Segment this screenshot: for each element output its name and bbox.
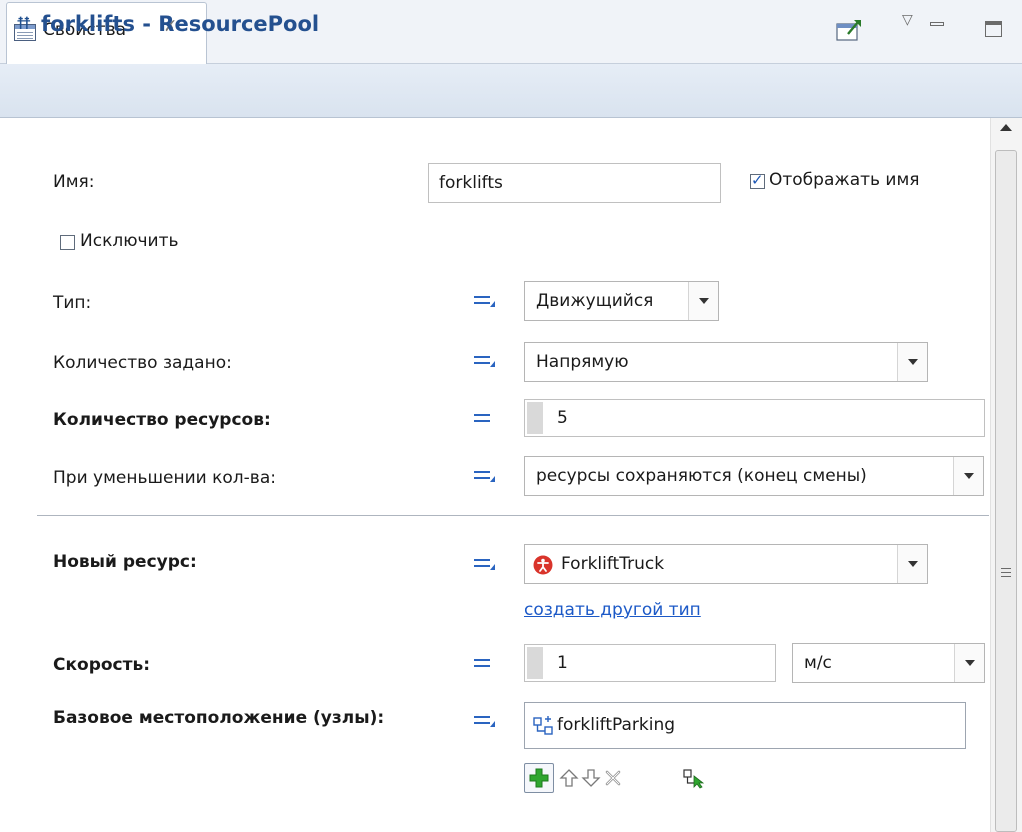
resource-count-value: 5 xyxy=(557,408,568,428)
type-label: Тип: xyxy=(53,293,92,313)
speed-input[interactable]: 1 xyxy=(524,644,776,682)
on-decrease-label: При уменьшении кол-ва: xyxy=(53,468,276,488)
move-up-icon[interactable] xyxy=(558,767,580,789)
dynamic-value-icon[interactable] xyxy=(474,712,496,730)
quantity-defined-dropdown[interactable]: Напрямую xyxy=(524,342,928,382)
exclude-checkbox[interactable] xyxy=(60,235,75,250)
chevron-down-icon[interactable] xyxy=(897,343,927,381)
move-down-icon[interactable] xyxy=(580,767,602,789)
name-label: Имя: xyxy=(53,172,95,192)
speed-label: Скорость: xyxy=(53,655,151,675)
home-location-label: Базовое местоположение (узлы): xyxy=(53,708,385,728)
scrollbar-grip-icon xyxy=(1001,568,1011,580)
quantity-defined-label: Количество задано: xyxy=(53,353,232,373)
create-another-type-link[interactable]: создать другой тип xyxy=(524,600,701,620)
scroll-up-arrow-icon[interactable] xyxy=(1000,124,1012,131)
static-value-icon[interactable] xyxy=(474,410,496,428)
chevron-down-icon[interactable] xyxy=(688,282,718,320)
resource-count-label: Количество ресурсов: xyxy=(53,410,271,430)
remove-item-icon[interactable] xyxy=(602,767,624,789)
on-decrease-dropdown[interactable]: ресурсы сохраняются (конец смены) xyxy=(524,456,984,496)
scrollbar-thumb[interactable] xyxy=(995,150,1017,832)
speed-unit-value: м/с xyxy=(804,653,832,673)
plus-icon xyxy=(529,768,549,788)
maximize-icon[interactable] xyxy=(985,21,1002,37)
speed-unit-dropdown[interactable]: м/с xyxy=(792,643,985,683)
add-item-button[interactable] xyxy=(524,763,554,793)
chevron-down-icon[interactable] xyxy=(953,457,983,495)
chevron-down-icon[interactable] xyxy=(954,644,984,682)
dynamic-value-icon[interactable] xyxy=(474,467,496,485)
resource-pool-icon: ☨☨ xyxy=(16,14,31,34)
resource-count-input[interactable]: 5 xyxy=(524,399,985,437)
chevron-down-icon[interactable] xyxy=(897,545,927,583)
quantity-defined-value: Напрямую xyxy=(536,352,629,372)
page-title: forklifts - ResourcePool xyxy=(41,12,320,36)
section-divider xyxy=(37,515,989,516)
agent-error-icon xyxy=(533,555,553,575)
select-nodes-icon[interactable] xyxy=(682,767,704,789)
network-node-icon xyxy=(533,716,553,735)
on-decrease-value: ресурсы сохраняются (конец смены) xyxy=(536,466,867,486)
dynamic-value-icon[interactable] xyxy=(474,292,496,310)
new-resource-label: Новый ресурс: xyxy=(53,552,197,572)
pin-to-view-icon[interactable] xyxy=(836,18,862,42)
new-resource-dropdown[interactable]: ForkliftTruck xyxy=(524,544,928,584)
exclude-label: Исключить xyxy=(80,231,179,251)
dynamic-value-icon[interactable] xyxy=(474,352,496,370)
properties-header xyxy=(0,64,1022,118)
minimize-icon[interactable] xyxy=(930,22,944,26)
speed-value: 1 xyxy=(557,653,568,673)
name-input[interactable]: forklifts xyxy=(428,163,721,203)
new-resource-value: ForkliftTruck xyxy=(561,554,665,574)
show-name-label: Отображать имя xyxy=(769,170,920,190)
dynamic-value-icon[interactable] xyxy=(474,555,496,573)
home-location-item[interactable]: forkliftParking xyxy=(557,703,675,748)
type-dropdown[interactable]: Движущийся xyxy=(524,281,719,321)
view-menu-icon[interactable]: ▽ xyxy=(902,12,913,28)
static-value-icon[interactable] xyxy=(474,655,496,673)
home-location-list[interactable]: forkliftParking xyxy=(524,702,966,749)
show-name-checkbox[interactable] xyxy=(750,171,765,189)
type-dropdown-value: Движущийся xyxy=(536,291,654,311)
